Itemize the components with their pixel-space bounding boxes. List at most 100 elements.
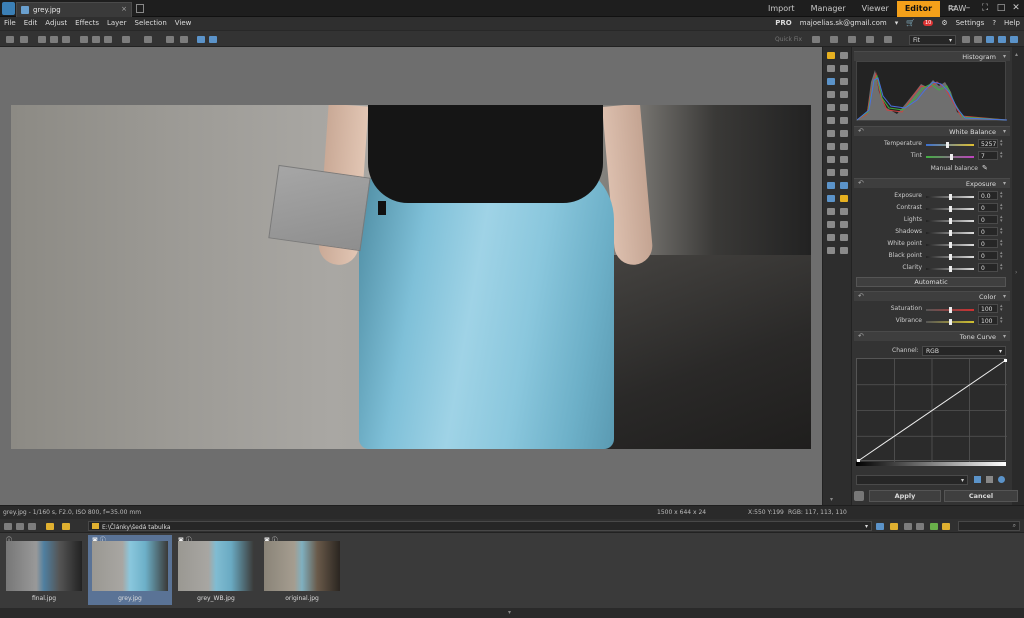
mask-icon[interactable] [854, 491, 864, 501]
brush-tool-icon[interactable] [827, 143, 835, 150]
app-logo-icon[interactable] [2, 2, 15, 15]
curves-tool-icon[interactable] [840, 130, 848, 137]
share-icon[interactable] [866, 36, 874, 43]
path-input[interactable]: E:\Články\šedá tabulka ▾ [88, 521, 872, 531]
help-link[interactable]: Help [1004, 19, 1020, 27]
maximize-icon[interactable]: □ [995, 2, 1007, 14]
reset-icon[interactable]: ↶ [858, 292, 864, 300]
thumbnail-original[interactable]: ◙ ⓘ original.jpg [260, 535, 344, 605]
preset-menu-icon[interactable] [998, 476, 1005, 483]
exposure-header[interactable]: ↶ Exposure ▾ [854, 178, 1010, 188]
expand-filmstrip-icon[interactable]: ▾ [508, 609, 511, 616]
color-tool-icon[interactable] [840, 117, 848, 124]
browse-folder-icon[interactable] [62, 523, 70, 530]
gear-icon[interactable]: ⚙ [941, 19, 947, 27]
printer-icon[interactable] [884, 36, 892, 43]
stepper-icon[interactable]: ▴ ▾ [1000, 227, 1003, 236]
stepper-icon[interactable]: ▴ ▾ [1000, 263, 1003, 272]
temperature-field[interactable]: 5257 [978, 139, 998, 148]
folder-icon[interactable] [46, 523, 54, 530]
settings-link[interactable]: Settings [956, 19, 985, 27]
mode-tab-editor[interactable]: Editor [896, 1, 941, 17]
stepper-icon[interactable]: ▴ ▾ [1000, 203, 1003, 212]
hand-tool-icon[interactable] [827, 78, 835, 85]
layers-tool-icon[interactable] [840, 52, 848, 59]
scroll-up-icon[interactable]: ▴ [1015, 51, 1018, 58]
single-view-icon[interactable] [197, 36, 205, 43]
picker-tool-icon[interactable] [827, 247, 835, 254]
panel-scrollbar[interactable]: ▴ › [1012, 47, 1024, 505]
stepper-icon[interactable]: ▴ ▾ [1000, 239, 1003, 248]
cancel-button[interactable]: Cancel [944, 490, 1018, 502]
back-icon[interactable] [4, 523, 12, 530]
white-point-slider-handle[interactable] [949, 242, 952, 248]
zoom-out-icon[interactable] [974, 36, 982, 43]
fullscreen-icon[interactable]: ⛶ [979, 2, 991, 14]
paste-icon[interactable] [92, 36, 100, 43]
save-icon[interactable] [50, 36, 58, 43]
mode-tab-manager[interactable]: Manager [803, 1, 854, 17]
minimize-icon[interactable]: – [962, 2, 974, 14]
lights-field[interactable]: 0 [978, 215, 998, 224]
menu-effects[interactable]: Effects [75, 19, 99, 27]
white-balance-header[interactable]: ↶ White Balance ▾ [854, 126, 1010, 136]
tone-curve-editor[interactable] [856, 358, 1007, 462]
new-folder-icon[interactable] [890, 523, 898, 530]
menu-edit[interactable]: Edit [24, 19, 38, 27]
zoom-select[interactable]: Fit ▾ [909, 35, 956, 45]
open-icon[interactable] [38, 36, 46, 43]
stepper-icon[interactable]: ▴ ▾ [1000, 316, 1003, 325]
stepper-icon[interactable]: ▴ ▾ [1000, 139, 1003, 148]
menu-adjust[interactable]: Adjust [45, 19, 67, 27]
forward-icon[interactable] [16, 523, 24, 530]
exposure-tool-icon[interactable] [827, 117, 835, 124]
back-icon[interactable] [6, 36, 14, 43]
close-window-icon[interactable]: ✕ [1010, 2, 1022, 14]
screen-icon[interactable]: ▭ [946, 2, 958, 14]
black-point-slider-handle[interactable] [949, 254, 952, 260]
quick-fix-button[interactable]: Quick Fix [775, 36, 802, 43]
duplicate-icon[interactable] [104, 36, 112, 43]
contrast-slider-handle[interactable] [949, 206, 952, 212]
print-icon[interactable] [62, 36, 70, 43]
histogram-header[interactable]: Histogram ▾ [854, 51, 1010, 61]
vibrance-field[interactable]: 100 [978, 316, 998, 325]
resize-tool-icon[interactable] [827, 104, 835, 111]
stepper-icon[interactable]: ▴ ▾ [1000, 151, 1003, 160]
mask-tool-icon[interactable] [827, 195, 835, 202]
canvas-tool-icon[interactable] [840, 104, 848, 111]
document-tab[interactable]: grey.jpg × [16, 2, 132, 17]
straighten-tool-icon[interactable] [840, 91, 848, 98]
help-icon[interactable]: ? [992, 19, 996, 27]
clarity-field[interactable]: 0 [978, 263, 998, 272]
edited-photo[interactable] [11, 105, 811, 449]
saturation-field[interactable]: 100 [978, 304, 998, 313]
clarity-slider-handle[interactable] [949, 266, 952, 272]
contrast-field[interactable]: 0 [978, 203, 998, 212]
image-canvas[interactable] [0, 47, 822, 505]
auto-icon[interactable] [812, 36, 820, 43]
save-preset-icon[interactable] [974, 476, 981, 483]
menu-layer[interactable]: Layer [107, 19, 127, 27]
mode-tab-viewer[interactable]: Viewer [854, 1, 897, 17]
zoom-tool-icon[interactable] [840, 65, 848, 72]
menu-file[interactable]: File [4, 19, 16, 27]
redo-icon[interactable] [144, 36, 152, 43]
undo-icon[interactable] [122, 36, 130, 43]
eyedropper-icon[interactable]: ✎ [982, 164, 988, 172]
delete-preset-icon[interactable] [986, 476, 993, 483]
search-input[interactable]: ⌕ [958, 521, 1020, 531]
fit-icon[interactable] [986, 36, 994, 43]
copy-icon[interactable] [80, 36, 88, 43]
rotate-icon[interactable] [830, 36, 838, 43]
vibrance-slider-handle[interactable] [949, 319, 952, 325]
exposure-field[interactable]: 0.0 [978, 191, 998, 200]
temperature-slider-handle[interactable] [946, 142, 949, 148]
shadows-field[interactable]: 0 [978, 227, 998, 236]
scroll-down-icon[interactable]: ▾ [830, 496, 833, 503]
color-header[interactable]: ↶ Color ▾ [854, 291, 1010, 301]
filter-icon[interactable] [916, 523, 924, 530]
zoom-in-icon[interactable] [962, 36, 970, 43]
gradient-tool-icon[interactable] [827, 221, 835, 228]
shadows-slider-handle[interactable] [949, 230, 952, 236]
